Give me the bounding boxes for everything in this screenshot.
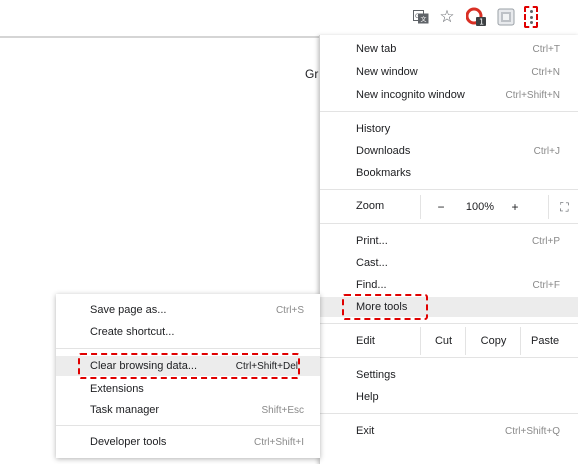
menu-item-find[interactable]: Find... Ctrl+F <box>320 275 578 295</box>
menu-separator <box>320 111 578 112</box>
more-options-icon[interactable] <box>524 6 538 28</box>
menu-item-settings[interactable]: Settings <box>320 365 578 385</box>
menu-separator <box>56 348 320 349</box>
submenu-item-shortcut: Shift+Esc <box>261 404 304 416</box>
menu-item-label: Print... <box>356 235 388 247</box>
submenu-item-shortcut: Ctrl+Shift+I <box>253 436 304 448</box>
zoom-out-button[interactable]: − <box>420 195 461 219</box>
submenu-item-label: Create shortcut... <box>90 326 175 338</box>
submenu-item-save-page-as[interactable]: Save page as... Ctrl+S <box>56 300 320 320</box>
submenu-item-developer-tools[interactable]: Developer tools Ctrl+Shift+I <box>56 432 320 452</box>
zoom-in-button[interactable]: + <box>500 195 530 219</box>
submenu-item-label: Task manager <box>90 404 160 416</box>
extension-grey-icon[interactable] <box>496 8 516 26</box>
menu-item-label: Settings <box>356 369 396 381</box>
submenu-item-task-manager[interactable]: Task manager Shift+Esc <box>56 400 320 420</box>
menu-item-exit[interactable]: Exit Ctrl+Shift+Q <box>320 421 578 441</box>
menu-item-label: New tab <box>356 43 397 55</box>
menu-item-label: Exit <box>356 425 375 437</box>
menu-item-shortcut: Ctrl+N <box>531 66 560 78</box>
zoom-row: Zoom − 100% + ⛶ <box>320 195 578 219</box>
menu-item-label: Help <box>356 391 379 403</box>
extension-red-icon[interactable]: 1 <box>466 7 488 27</box>
more-tools-submenu: Save page as... Ctrl+S Create shortcut..… <box>56 294 320 458</box>
zoom-level: 100% <box>465 201 495 213</box>
bookmark-star-icon[interactable]: ☆ <box>438 8 456 26</box>
menu-item-shortcut: Ctrl+J <box>533 145 560 157</box>
menu-separator <box>56 425 320 426</box>
submenu-item-extensions[interactable]: Extensions <box>56 379 320 399</box>
menu-item-shortcut: Ctrl+P <box>531 235 560 247</box>
menu-item-new-tab[interactable]: New tab Ctrl+T <box>320 39 578 59</box>
chrome-main-menu: New tab Ctrl+T New window Ctrl+N New inc… <box>319 35 578 464</box>
menu-item-help[interactable]: Help <box>320 387 578 407</box>
submenu-item-label: Save page as... <box>90 304 167 316</box>
edit-label: Edit <box>356 335 375 347</box>
submenu-item-label: Developer tools <box>90 436 167 448</box>
menu-item-label: New incognito window <box>356 89 465 101</box>
highlight-more-tools <box>342 294 428 320</box>
menu-item-label: New window <box>356 66 418 78</box>
menu-separator <box>320 357 578 358</box>
menu-separator <box>320 323 578 324</box>
menu-item-shortcut: Ctrl+T <box>532 43 561 55</box>
translate-icon[interactable]: G 文 <box>412 8 430 26</box>
menu-item-label: Bookmarks <box>356 167 412 179</box>
menu-item-print[interactable]: Print... Ctrl+P <box>320 231 578 251</box>
submenu-item-shortcut: Ctrl+S <box>275 304 304 316</box>
menu-item-history[interactable]: History <box>320 119 578 139</box>
submenu-item-create-shortcut[interactable]: Create shortcut... <box>56 322 320 342</box>
menu-item-shortcut: Ctrl+F <box>532 279 561 291</box>
edit-row: Edit Cut Copy Paste <box>320 327 578 355</box>
menu-item-label: History <box>356 123 391 135</box>
svg-text:G: G <box>415 13 420 20</box>
page-text-fragment: Gr <box>305 67 319 81</box>
menu-item-bookmarks[interactable]: Bookmarks <box>320 163 578 183</box>
svg-text:文: 文 <box>421 16 427 24</box>
extension-badge: 1 <box>479 18 484 27</box>
menu-item-shortcut: Ctrl+Shift+N <box>505 89 560 101</box>
menu-item-new-incognito-window[interactable]: New incognito window Ctrl+Shift+N <box>320 85 578 105</box>
browser-toolbar: G 文 ☆ 1 <box>0 0 578 34</box>
copy-button[interactable]: Copy <box>465 327 521 355</box>
menu-item-new-window[interactable]: New window Ctrl+N <box>320 62 578 82</box>
toolbar-divider <box>0 36 320 38</box>
menu-separator <box>320 413 578 414</box>
menu-item-label: Downloads <box>356 145 411 157</box>
fullscreen-icon[interactable]: ⛶ <box>548 195 578 219</box>
menu-separator <box>320 189 578 190</box>
paste-button[interactable]: Paste <box>520 327 578 355</box>
menu-item-label: Find... <box>356 279 387 291</box>
menu-separator <box>320 223 578 224</box>
menu-item-cast[interactable]: Cast... <box>320 253 578 273</box>
menu-item-label: Cast... <box>356 257 388 269</box>
cut-button[interactable]: Cut <box>420 327 466 355</box>
zoom-label: Zoom <box>356 200 385 212</box>
menu-item-shortcut: Ctrl+Shift+Q <box>504 425 560 437</box>
menu-item-downloads[interactable]: Downloads Ctrl+J <box>320 141 578 161</box>
submenu-item-label: Extensions <box>90 383 144 395</box>
highlight-clear-browsing-data <box>78 353 300 379</box>
